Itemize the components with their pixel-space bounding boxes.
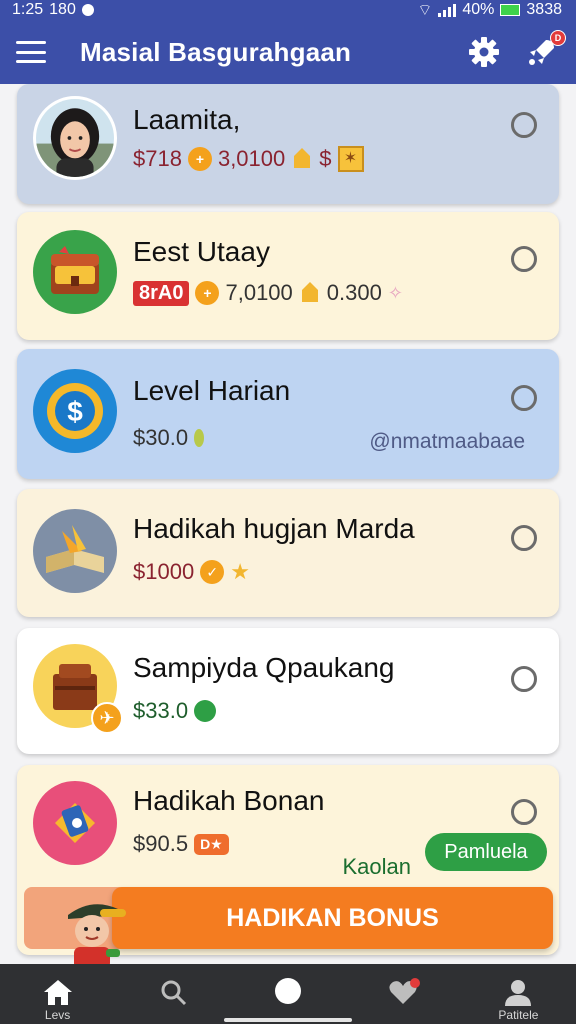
coin-icon: + — [195, 281, 220, 305]
leaf-icon — [194, 429, 205, 447]
bonus-button[interactable]: HADIKAN BONUS — [112, 887, 553, 949]
task-title: Hadikah Bonan — [133, 785, 325, 816]
svg-text:$: $ — [67, 396, 83, 427]
search-icon — [161, 980, 186, 1006]
claim-pill-button[interactable]: Pamluela — [425, 833, 547, 871]
profile-icon — [505, 980, 532, 1006]
gem-icon — [294, 148, 311, 168]
bottom-nav: Levs Patitele — [0, 964, 576, 1024]
task-card[interactable]: Eest Utaay 8rA0 + 7,0100 0.300 ✧ — [17, 212, 559, 340]
task-gems: 0.300 — [326, 280, 382, 305]
task-amount: $718 — [133, 146, 182, 171]
crate-icon: ✈ — [33, 644, 123, 734]
status-right-value: 3838 — [526, 1, 562, 18]
task-radio[interactable] — [511, 666, 537, 692]
battery-percent: 40% — [462, 1, 495, 18]
menu-icon[interactable] — [16, 41, 46, 63]
location-icon — [81, 4, 94, 16]
task-radio[interactable] — [511, 246, 537, 272]
task-meta: $1000 ✓ ★ — [133, 559, 250, 585]
star-badge-icon: ✶ — [337, 146, 364, 172]
signal-icon — [438, 3, 457, 17]
task-title: Laamita, — [133, 104, 241, 135]
book-icon — [33, 509, 117, 593]
notification-badge: D — [550, 30, 566, 46]
task-title: Sampiyda Qpaukang — [133, 652, 395, 683]
nav-item-center[interactable] — [230, 964, 345, 1024]
task-amount: $1000 — [133, 559, 195, 584]
mascot-icon — [68, 904, 126, 969]
task-amount: $30.0 — [133, 425, 189, 450]
nav-item-profile[interactable]: Patitele — [461, 964, 576, 1024]
nav-label-home: Levs — [44, 1008, 71, 1022]
home-icon — [43, 980, 72, 1005]
task-title: Hadikah hugjan Marda — [133, 513, 415, 544]
task-radio[interactable] — [511, 112, 537, 138]
gear-icon[interactable] — [466, 34, 502, 70]
nav-label-profile: Patitele — [498, 1008, 539, 1022]
dollar-sun-icon: $ — [33, 369, 117, 453]
task-side-text: Kaolan — [342, 854, 411, 879]
plane-coin-icon: ✈ — [91, 702, 123, 734]
avatar — [33, 96, 117, 180]
task-tag: 8rA0 — [133, 280, 190, 306]
task-meta: $718 + 3,0100 $ ✶ — [133, 146, 364, 172]
task-radio[interactable] — [511, 799, 537, 825]
battery-icon — [500, 4, 521, 16]
coin-icon: + — [187, 147, 212, 171]
ticket-icon — [33, 781, 117, 865]
nav-item-home[interactable]: Levs — [0, 964, 115, 1024]
status-extra: 180 — [49, 1, 76, 18]
green-badge-icon — [194, 700, 217, 722]
task-meta: $90.5 D★ — [133, 831, 229, 857]
treasure-chest-icon — [33, 230, 117, 314]
app-title: Masial Basgurahgaan — [80, 36, 352, 67]
task-meta: $33.0 — [133, 698, 217, 724]
task-meta: $30.0 — [133, 425, 205, 451]
task-title: Level Harian — [133, 375, 291, 406]
status-bar: 1:25 180 ⌔ 40% 3838 — [0, 0, 576, 20]
task-extra: $ — [319, 146, 332, 171]
task-card[interactable]: $ Level Harian $30.0 @nmatmaabaae — [17, 349, 559, 479]
task-meta: 8rA0 + 7,0100 0.300 ✧ — [133, 280, 403, 306]
task-coins: 7,0100 — [225, 280, 293, 305]
task-amount: $33.0 — [133, 698, 189, 723]
task-card[interactable]: Hadikah hugjan Marda $1000 ✓ ★ — [17, 489, 559, 617]
gem-icon — [301, 282, 318, 302]
task-list: Laamita, $718 + 3,0100 $ ✶ Eest Utaay 8r… — [0, 84, 576, 964]
wifi-icon: ⌔ — [417, 2, 433, 19]
task-title: Eest Utaay — [133, 236, 270, 267]
task-handle: @nmatmaabaae — [369, 430, 525, 453]
task-radio[interactable] — [511, 385, 537, 411]
task-amount: $90.5 — [133, 831, 189, 856]
status-time: 1:25 — [12, 1, 44, 18]
center-dot-icon — [275, 978, 301, 1004]
notification-button[interactable]: D — [524, 30, 566, 70]
home-indicator — [224, 1018, 352, 1022]
nav-item-favorites[interactable] — [346, 964, 461, 1024]
nav-item-search[interactable] — [115, 964, 230, 1024]
task-radio[interactable] — [511, 525, 537, 551]
task-badge: D★ — [194, 833, 229, 855]
nav-notification-dot — [409, 978, 420, 988]
task-card[interactable]: ✈ Sampiyda Qpaukang $33.0 — [17, 628, 559, 754]
sparkle-icon: ✧ — [387, 282, 403, 303]
app-bar: Masial Basgurahgaan D — [0, 20, 576, 84]
task-card[interactable]: Laamita, $718 + 3,0100 $ ✶ — [17, 84, 559, 204]
coin-icon: ✓ — [200, 560, 225, 584]
task-coins: 3,0100 — [217, 146, 286, 171]
star-icon: ★ — [230, 559, 250, 584]
